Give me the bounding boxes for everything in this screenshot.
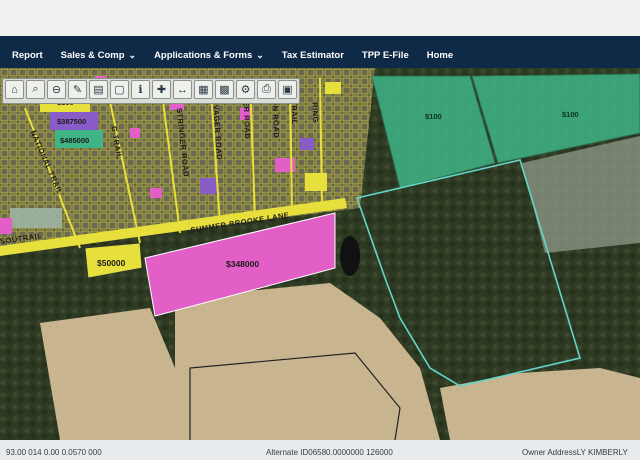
measure-icon[interactable]: ↔ [173,80,192,99]
parcel-value-label: $100 [425,112,442,121]
parcel-value-label: $50000 [97,258,126,268]
grid-icon[interactable]: ▩ [215,80,234,99]
home-icon[interactable]: ⌂ [5,80,24,99]
parcel-value-label: $485000 [60,136,90,145]
browser-top-strip [0,0,640,36]
parcel-map[interactable]: $100 $387500 $485000 $50000 $348000 $100… [0,68,640,440]
map-icon[interactable]: ▦ [194,80,213,99]
print-icon[interactable]: ⎙ [257,80,276,99]
nav-home[interactable]: Home [427,50,453,61]
zoom-in-icon[interactable]: ⌕ [26,80,45,99]
pencil-icon[interactable]: ✎ [68,80,87,99]
save-icon[interactable]: ▣ [278,80,297,99]
chevron-down-icon: ⌄ [128,49,137,60]
identify-icon[interactable]: ℹ [131,80,150,99]
chevron-down-icon: ⌄ [256,49,264,60]
nav-tpp-efile[interactable]: TPP E-File [362,50,409,61]
parcel-value-label: $348000 [226,259,260,269]
nav-applications-forms[interactable]: Applications & Forms ⌄ [154,50,264,61]
select-icon[interactable]: ▢ [110,80,129,99]
gear-icon[interactable]: ⚙ [236,80,255,99]
layers-icon[interactable]: ▤ [89,80,108,99]
owner-address-text: Owner AddressLY KIMBERLY [522,448,628,457]
alternate-id-text: Alternate ID06580.0000000 126000 [266,448,393,457]
pan-icon[interactable]: ✚ [152,80,171,99]
nav-tax-estimator[interactable]: Tax Estimator [282,50,344,61]
pond [340,236,360,276]
parcel-value-label: $100 [562,110,579,119]
map-toolbar: ⌂ ⌕ ⊖ ✎ ▤ ▢ ℹ ✚ ↔ ▦ ▩ ⚙ ⎙ ▣ [2,78,300,104]
parcel-value-label: $387500 [57,117,87,126]
parcel-gray-left [10,208,62,228]
road-label-ring: RING [310,101,321,124]
nav-report[interactable]: Report [12,50,43,61]
status-left-text: 93.00 014 0.00 0.0570 000 [6,448,102,457]
zoom-out-icon[interactable]: ⊖ [47,80,66,99]
nav-sales-comp[interactable]: Sales & Comp ⌄ [61,50,136,61]
status-bar: 93.00 014 0.00 0.0570 000 Alternate ID06… [0,440,640,460]
